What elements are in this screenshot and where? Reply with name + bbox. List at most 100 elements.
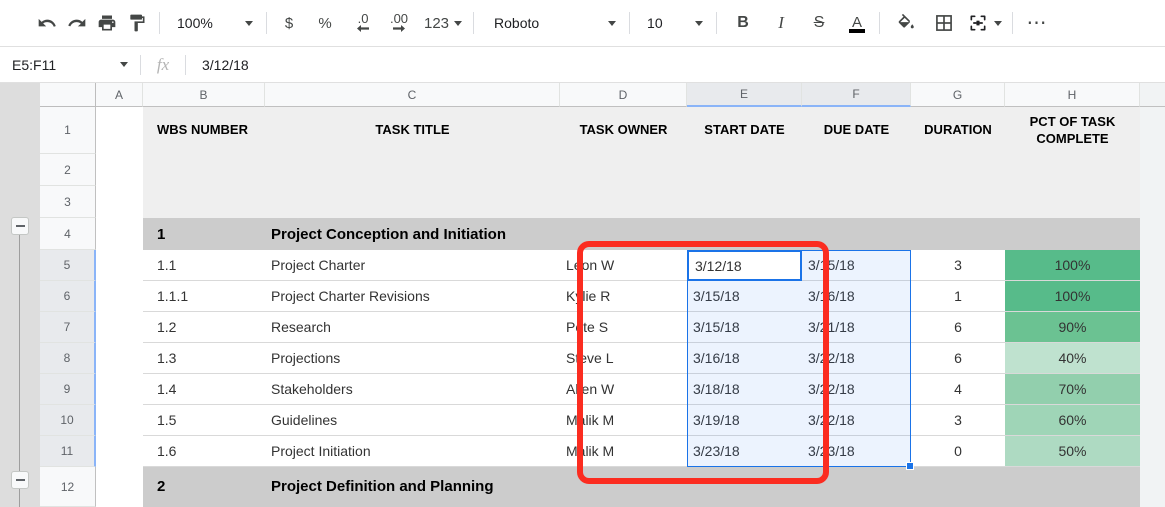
italic-button[interactable]: I <box>766 8 796 38</box>
row-header-2[interactable]: 2 <box>40 154 96 186</box>
row-header-10[interactable]: 10 <box>40 405 96 436</box>
cell-b5-wbs[interactable]: 1.1 <box>143 250 265 281</box>
cell-g11-duration[interactable]: 0 <box>911 436 1005 467</box>
cell-d9-owner[interactable]: Allen W <box>560 374 687 405</box>
cell-g5-duration[interactable]: 3 <box>911 250 1005 281</box>
header-cell-duration[interactable]: DURATION <box>911 107 1005 154</box>
column-header-e[interactable]: E <box>687 83 802 107</box>
cell-c6-title[interactable]: Project Charter Revisions <box>265 281 560 312</box>
cell-f8-due-date[interactable]: 3/22/18 <box>802 343 911 374</box>
row-header-5[interactable]: 5 <box>40 250 96 281</box>
cell-g7-duration[interactable]: 6 <box>911 312 1005 343</box>
cell-b11-wbs[interactable]: 1.6 <box>143 436 265 467</box>
cell-f7-due-date[interactable]: 3/21/18 <box>802 312 911 343</box>
header-cell-start-date[interactable]: START DATE <box>687 107 802 154</box>
cell-e10-start-date[interactable]: 3/19/18 <box>687 405 802 436</box>
row-header-3[interactable]: 3 <box>40 186 96 218</box>
row-header-6[interactable]: 6 <box>40 281 96 312</box>
cell-h8-pct[interactable]: 40% <box>1005 343 1140 374</box>
cell-f9-due-date[interactable]: 3/22/18 <box>802 374 911 405</box>
cell-d10-owner[interactable]: Malik M <box>560 405 687 436</box>
header-cell-task-title[interactable]: TASK TITLE <box>265 107 560 154</box>
more-formats-dropdown[interactable]: 123 <box>420 8 466 38</box>
cell-e6-start-date[interactable]: 3/15/18 <box>687 281 802 312</box>
cell-d11-owner[interactable]: Malik M <box>560 436 687 467</box>
formula-input[interactable]: 3/12/18 <box>186 47 1165 83</box>
column-header-g[interactable]: G <box>911 83 1005 107</box>
row-header-11[interactable]: 11 <box>40 436 96 467</box>
cell-e9-start-date[interactable]: 3/18/18 <box>687 374 802 405</box>
column-header-b[interactable]: B <box>143 83 265 107</box>
cell-h11-pct[interactable]: 50% <box>1005 436 1140 467</box>
percent-format-button[interactable]: % <box>310 8 340 38</box>
header-cell-due-date[interactable]: DUE DATE <box>802 107 911 154</box>
decrease-decimal-button[interactable]: .0 <box>348 8 378 38</box>
borders-icon[interactable] <box>929 8 959 38</box>
cell-e7-start-date[interactable]: 3/15/18 <box>687 312 802 343</box>
paint-format-icon[interactable] <box>122 8 152 38</box>
column-header-a[interactable]: A <box>96 83 143 107</box>
row-header-1[interactable]: 1 <box>40 107 96 154</box>
section-title-1[interactable]: Project Conception and Initiation <box>265 218 665 250</box>
redo-icon[interactable] <box>62 8 92 38</box>
text-color-button[interactable]: A <box>842 8 872 38</box>
row-header-12[interactable]: 12 <box>40 467 96 507</box>
cell-b8-wbs[interactable]: 1.3 <box>143 343 265 374</box>
font-size-dropdown[interactable]: 10 <box>637 8 709 38</box>
cell-h5-pct[interactable]: 100% <box>1005 250 1140 281</box>
row-header-4[interactable]: 4 <box>40 218 96 250</box>
collapse-group-button-row12[interactable] <box>11 471 29 489</box>
column-header-f[interactable]: F <box>802 83 911 107</box>
increase-decimal-button[interactable]: .00 <box>384 8 414 38</box>
cell-g10-duration[interactable]: 3 <box>911 405 1005 436</box>
cell-e11-start-date[interactable]: 3/23/18 <box>687 436 802 467</box>
currency-format-button[interactable]: $ <box>274 8 304 38</box>
name-box[interactable]: E5:F11 <box>0 47 140 83</box>
cell-b7-wbs[interactable]: 1.2 <box>143 312 265 343</box>
cell-c5-title[interactable]: Project Charter <box>265 250 560 281</box>
more-options-button[interactable]: ⋯ <box>1022 8 1052 38</box>
cell-d8-owner[interactable]: Steve L <box>560 343 687 374</box>
section-number-2[interactable]: 2 <box>143 467 265 505</box>
cell-c8-title[interactable]: Projections <box>265 343 560 374</box>
section-number-1[interactable]: 1 <box>143 218 265 250</box>
fill-color-icon[interactable] <box>891 8 921 38</box>
cell-g9-duration[interactable]: 4 <box>911 374 1005 405</box>
cell-g6-duration[interactable]: 1 <box>911 281 1005 312</box>
cell-c9-title[interactable]: Stakeholders <box>265 374 560 405</box>
print-icon[interactable] <box>92 8 122 38</box>
cell-f5-due-date[interactable]: 3/15/18 <box>802 250 911 281</box>
cell-d6-owner[interactable]: Kylie R <box>560 281 687 312</box>
cell-h9-pct[interactable]: 70% <box>1005 374 1140 405</box>
column-header-c[interactable]: C <box>265 83 560 107</box>
fill-handle[interactable] <box>906 462 914 470</box>
header-cell-wbs[interactable]: WBS NUMBER <box>143 107 265 154</box>
cell-b9-wbs[interactable]: 1.4 <box>143 374 265 405</box>
cell-d5-owner[interactable]: Leon W <box>560 250 687 281</box>
merge-cells-dropdown[interactable] <box>965 8 1005 38</box>
cell-d7-owner[interactable]: Pete S <box>560 312 687 343</box>
cell-e8-start-date[interactable]: 3/16/18 <box>687 343 802 374</box>
zoom-dropdown[interactable]: 100% <box>167 8 259 38</box>
cell-b10-wbs[interactable]: 1.5 <box>143 405 265 436</box>
strikethrough-button[interactable]: S <box>804 8 834 38</box>
cell-b6-wbs[interactable]: 1.1.1 <box>143 281 265 312</box>
header-cell-pct-complete[interactable]: PCT OF TASK COMPLETE <box>1005 107 1140 154</box>
column-header-h[interactable]: H <box>1005 83 1140 107</box>
cell-h6-pct[interactable]: 100% <box>1005 281 1140 312</box>
row-header-8[interactable]: 8 <box>40 343 96 374</box>
cell-f6-due-date[interactable]: 3/16/18 <box>802 281 911 312</box>
select-all-corner[interactable] <box>40 83 96 107</box>
font-family-dropdown[interactable]: Roboto <box>484 8 622 38</box>
cell-g8-duration[interactable]: 6 <box>911 343 1005 374</box>
section-title-2[interactable]: Project Definition and Planning <box>265 467 665 505</box>
cell-c11-title[interactable]: Project Initiation <box>265 436 560 467</box>
cell-f10-due-date[interactable]: 3/22/18 <box>802 405 911 436</box>
bold-button[interactable]: B <box>728 8 758 38</box>
column-header-d[interactable]: D <box>560 83 687 107</box>
cell-c7-title[interactable]: Research <box>265 312 560 343</box>
cell-h7-pct[interactable]: 90% <box>1005 312 1140 343</box>
cell-h10-pct[interactable]: 60% <box>1005 405 1140 436</box>
collapse-group-button-row4[interactable] <box>11 217 29 235</box>
active-cell-e5[interactable]: 3/12/18 <box>687 250 802 281</box>
